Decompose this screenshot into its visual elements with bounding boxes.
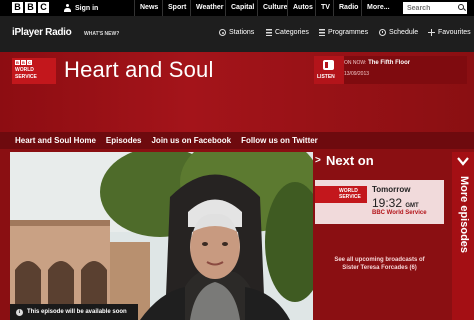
availability-text: This episode will be available soon [27,309,127,315]
episode-image [10,152,313,320]
see-all-broadcasts-link[interactable]: See all upcoming broadcasts of Sister Te… [315,256,444,272]
bbc-logo-letter: B [15,60,20,65]
user-icon [64,4,71,12]
programmes-label: Programmes [328,29,369,36]
station-logo-line: WORLD [15,67,34,73]
station-logo-line: SERVICE [15,74,37,80]
stations-link[interactable]: Stations [219,29,254,36]
info-icon: i [16,308,23,316]
nav-programme-home[interactable]: Heart and Soul Home [15,132,96,149]
favourites-label: Favourites [438,29,471,36]
sign-in-link[interactable]: Sign in [64,0,98,16]
nav-facebook[interactable]: Join us on Facebook [151,132,231,149]
chevron-down-icon [457,157,469,166]
broadcast-timezone: GMT [405,203,419,209]
see-all-line: Sister Teresa Forcades (6) [342,265,417,271]
nav-autos[interactable]: Autos [287,0,315,16]
episode-photo-illustration [10,152,313,320]
on-now-date: 13/09/2013 [344,71,370,77]
next-on-heading: Next on [326,153,374,168]
schedule-icon [379,29,386,36]
nav-news[interactable]: News [134,0,162,16]
listen-label: LISTEN [317,74,335,80]
schedule-link[interactable]: Schedule [379,29,418,36]
bbc-mini-logo: B B C [15,60,32,65]
speaker-icon [323,60,334,70]
bbc-logo-letter: C [38,2,49,13]
broadcast-day: Tomorrow [372,185,411,194]
nav-more[interactable]: More... [361,0,394,16]
schedule-label: Schedule [389,29,419,36]
bbc-logo[interactable]: B B C [12,2,49,13]
chevron-right-icon: > [315,155,321,166]
bbc-logo-letter: B [25,2,36,13]
sign-in-label: Sign in [75,4,99,12]
categories-link[interactable]: Categories [266,29,309,36]
programmes-link[interactable]: Programmes [319,29,368,36]
favourites-icon [428,29,435,36]
favourites-link[interactable]: Favourites [428,29,471,36]
iplayer-radio-logo[interactable]: iPlayer Radio [12,27,72,38]
bbc-logo-letter: B [21,60,26,65]
nav-twitter[interactable]: Follow us on Twitter [241,132,318,149]
on-now-panel[interactable]: LISTEN ON NOW: The Fifth Floor 13/09/201… [314,56,467,84]
programme-nav: Heart and Soul Home Episodes Join us on … [0,132,474,149]
search-icon[interactable] [458,4,464,10]
nav-capital[interactable]: Capital [225,0,257,16]
world-service-logo[interactable]: B B C WORLD SERVICE [12,58,56,84]
world-service-badge: WORLD SERVICE [315,186,367,203]
nav-tv[interactable]: TV [315,0,333,16]
bbc-top-bar: B B C Sign in News Sport Weather Capital… [0,0,474,16]
bbc-logo-letter: B [12,2,23,13]
whats-new-link[interactable]: WHAT'S NEW? [84,31,119,37]
iplayer-radio-bar: iPlayer Radio WHAT'S NEW? Stations Categ… [0,16,474,52]
categories-label: Categories [275,29,309,36]
stations-icon [219,29,226,36]
nav-weather[interactable]: Weather [190,0,225,16]
nav-culture[interactable]: Culture [257,0,288,16]
bbc-logo-letter: C [27,60,32,65]
availability-notice: i This episode will be available soon [10,304,138,320]
listen-button[interactable]: LISTEN [314,56,344,84]
broadcast-time: 19:32 GMT [372,196,419,210]
bbc-global-nav: News Sport Weather Capital Culture Autos… [134,0,394,16]
nav-radio[interactable]: Radio [333,0,361,16]
programmes-icon [319,29,325,36]
badge-line: SERVICE [339,194,361,200]
categories-icon [266,29,272,36]
more-episodes-tab[interactable]: More episodes [452,152,474,320]
on-now-prefix: ON NOW: [344,60,367,66]
on-now-text: ON NOW: The Fifth Floor [344,60,410,66]
broadcast-time-value: 19:32 [372,196,403,210]
on-now-title: The Fifth Floor [368,60,411,66]
stations-label: Stations [229,29,255,36]
page-title: Heart and Soul [64,57,214,82]
broadcast-station[interactable]: BBC World Service [372,210,427,216]
more-episodes-label: More episodes [458,176,470,254]
nav-sport[interactable]: Sport [162,0,190,16]
nav-episodes[interactable]: Episodes [106,132,142,149]
see-all-line: See all upcoming broadcasts of [334,257,425,263]
